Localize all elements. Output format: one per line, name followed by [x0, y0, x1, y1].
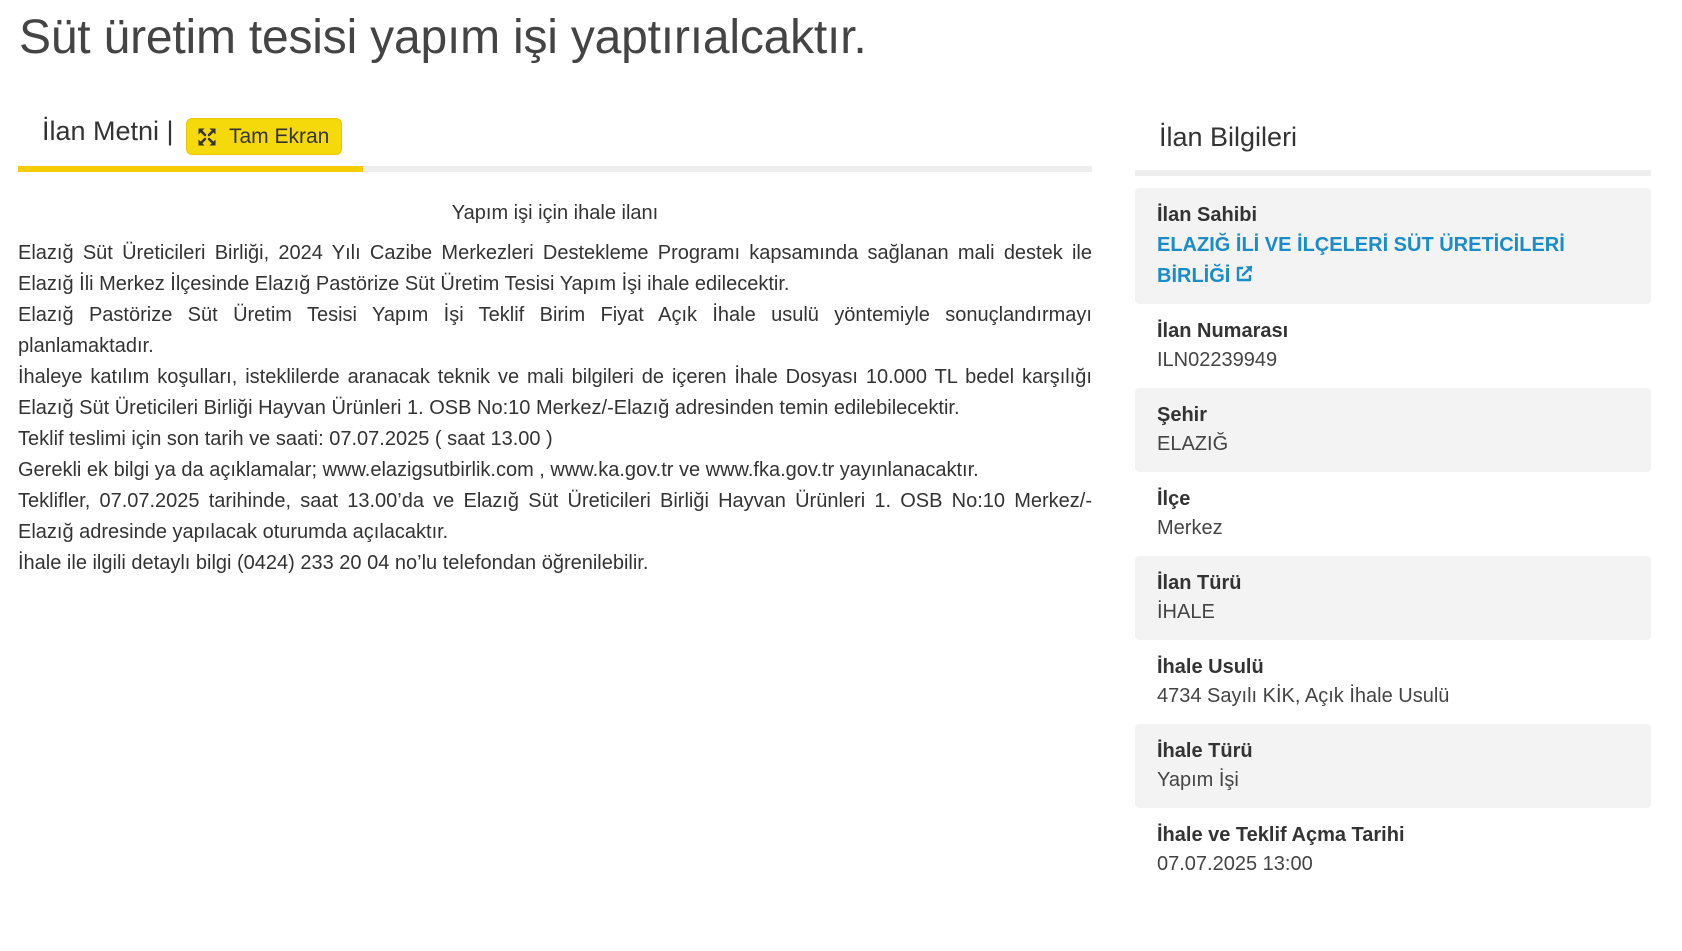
owner-link[interactable]: ELAZIĞ İLİ VE İLÇELERİ SÜT ÜRETİCİLERİ B…: [1157, 230, 1629, 292]
ad-body: Yapım işi için ihale ilanı Elazığ Süt Ür…: [18, 198, 1092, 579]
ad-info-sidebar: İlan Bilgileri İlan Sahibi ELAZIĞ İLİ VE…: [1135, 110, 1651, 892]
ad-paragraph: İhale ile ilgili detaylı bilgi (0424) 23…: [18, 552, 649, 574]
info-label: İlçe: [1157, 488, 1191, 510]
info-label: İlan Numarası: [1157, 320, 1289, 342]
info-item-district: İlçe Merkez: [1135, 472, 1651, 556]
info-value: Merkez: [1157, 517, 1223, 539]
ad-paragraph: Teklifler, 07.07.2025 tarihinde, saat 13…: [18, 490, 1092, 543]
info-label: İhale Türü: [1157, 740, 1253, 762]
info-value: ILN02239949: [1157, 349, 1278, 371]
info-label: İlan Türü: [1157, 572, 1242, 594]
tab-bar: İlan Metni | Tam Ekran: [18, 110, 1092, 174]
ad-paragraph: Gerekli ek bilgi ya da açıklamalar; www.…: [18, 459, 979, 481]
info-label: Şehir: [1157, 404, 1208, 426]
fullscreen-button[interactable]: Tam Ekran: [186, 118, 343, 155]
info-value: 07.07.2025 13:00: [1157, 853, 1313, 875]
info-value: ELAZIĞ: [1157, 433, 1229, 455]
ad-paragraph: Teklif teslimi için son tarih ve saati: …: [18, 428, 553, 450]
tab-ad-text[interactable]: İlan Metni |: [42, 116, 174, 147]
info-label: İhale Usulü: [1157, 656, 1264, 678]
info-label: İlan Sahibi: [1157, 204, 1258, 226]
ad-heading: Yapım işi için ihale ilanı: [451, 202, 659, 224]
page-title: Süt üretim tesisi yapım işi yaptırıalcak…: [19, 11, 867, 64]
ad-paragraph: Elazığ Süt Üreticileri Birliği, 2024 Yıl…: [18, 242, 1092, 295]
info-value: İHALE: [1157, 601, 1215, 623]
fullscreen-button-label: Tam Ekran: [229, 124, 330, 148]
owner-link-text: ELAZIĞ İLİ VE İLÇELERİ SÜT ÜRETİCİLERİ B…: [1157, 234, 1565, 287]
ad-text-panel: İlan Metni | Tam Ekran Yapım işi için ih…: [18, 110, 1092, 579]
info-item-city: Şehir ELAZIĞ: [1135, 388, 1651, 472]
info-item-owner: İlan Sahibi ELAZIĞ İLİ VE İLÇELERİ SÜT Ü…: [1135, 188, 1651, 304]
info-value: 4734 Sayılı KİK, Açık İhale Usulü: [1157, 685, 1450, 707]
expand-icon: [198, 128, 216, 145]
info-list: İlan Sahibi ELAZIĞ İLİ VE İLÇELERİ SÜT Ü…: [1135, 188, 1651, 892]
external-link-icon: [1237, 265, 1253, 282]
info-item-opening-date: İhale ve Teklif Açma Tarihi 07.07.2025 1…: [1135, 808, 1651, 892]
info-label: İhale ve Teklif Açma Tarihi: [1157, 824, 1405, 846]
info-value: Yapım İşi: [1157, 769, 1239, 791]
info-item-ad-number: İlan Numarası ILN02239949: [1135, 304, 1651, 388]
ad-paragraph: Elazığ Pastörize Süt Üretim Tesisi Yapım…: [18, 304, 1092, 357]
tab-active-indicator: [18, 166, 363, 172]
info-item-tender-method: İhale Usulü 4734 Sayılı KİK, Açık İhale …: [1135, 640, 1651, 724]
info-item-ad-type: İlan Türü İHALE: [1135, 556, 1651, 640]
ad-paragraph: İhaleye katılım koşulları, isteklilerde …: [18, 366, 1092, 419]
sidebar-title: İlan Bilgileri: [1135, 110, 1651, 176]
info-item-tender-type: İhale Türü Yapım İşi: [1135, 724, 1651, 808]
